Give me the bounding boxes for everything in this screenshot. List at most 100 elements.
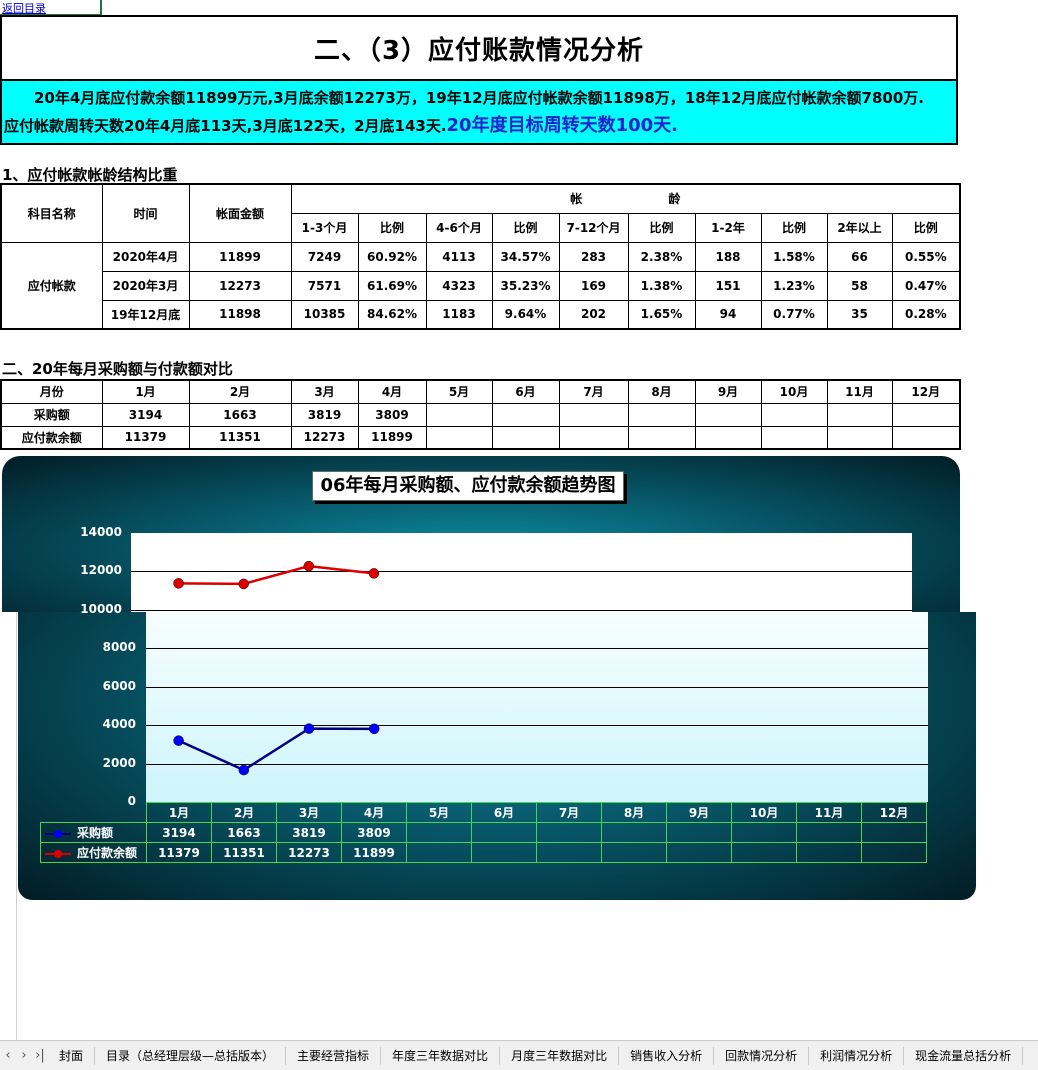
monthly-month-header: 11月	[826, 379, 893, 404]
sheet-tab[interactable]: 现金流量总括分析	[904, 1046, 1024, 1065]
monthly-header-month: 月份	[0, 379, 103, 404]
chart-table-value: 12273	[276, 842, 342, 863]
aging-value-cell: 1.38%	[627, 270, 696, 301]
tab-prev-icon[interactable]: ‹	[0, 1048, 16, 1063]
chart-table-value	[536, 822, 602, 843]
sheet-tab[interactable]: 回款情况分析	[714, 1046, 810, 1065]
aging-value-cell: 84.62%	[357, 299, 427, 330]
monthly-payable-cell	[627, 425, 696, 450]
aging-value-cell: 1.23%	[760, 270, 828, 301]
aging-value-cell: 0.77%	[760, 299, 828, 330]
monthly-purchase-cell	[491, 402, 560, 427]
chart-svg-bottom	[173, 723, 380, 776]
chart-table-value	[471, 842, 537, 863]
monthly-month-header: 8月	[627, 379, 696, 404]
aging-value-cell: 4323	[425, 270, 493, 301]
aging-bucket-header: 2年以上	[826, 212, 893, 243]
monthly-purchase-cell	[694, 402, 762, 427]
chart-category-label: 1月	[146, 802, 212, 823]
aging-bucket-header: 比例	[891, 212, 961, 243]
sheet-tab[interactable]: 销售收入分析	[619, 1046, 715, 1065]
data-point	[368, 568, 380, 579]
chart-table-value: 3194	[146, 822, 212, 843]
aging-value-cell: 2.38%	[627, 241, 696, 272]
chart-table-value	[601, 842, 667, 863]
aging-header-age: 帐龄	[290, 183, 961, 214]
aging-value-cell: 4113	[425, 241, 493, 272]
tab-last-icon[interactable]: ›|	[32, 1048, 48, 1063]
aging-value-cell: 202	[558, 299, 629, 330]
chart-table-value	[666, 822, 732, 843]
selected-cell	[0, 0, 102, 16]
sheet-tab[interactable]: 月度三年数据对比	[500, 1046, 620, 1065]
aging-value-cell: 7571	[290, 270, 359, 301]
chart-category-label: 6月	[471, 802, 537, 823]
aging-bucket-header: 1-2年	[694, 212, 762, 243]
aging-header-time: 时间	[101, 183, 190, 243]
sheet-tab[interactable]: 目录（总经理层级—总括版本）	[95, 1046, 287, 1065]
y-tick-label: 8000	[102, 640, 136, 655]
chart-table-value: 11351	[211, 842, 277, 863]
aging-bucket-header: 4-6个月	[425, 212, 493, 243]
chart-category-label: 12月	[861, 802, 927, 823]
aging-bucket-header: 比例	[627, 212, 696, 243]
chart-category-label: 4月	[341, 802, 407, 823]
sheet-tab[interactable]: 年度三年数据对比	[381, 1046, 501, 1065]
sheet-tab[interactable]: 利润情况分析	[809, 1046, 905, 1065]
monthly-payable-cell	[891, 425, 961, 450]
chart-table-value	[406, 842, 472, 863]
aging-value-cell: 1.58%	[760, 241, 828, 272]
monthly-payable-cell: 11351	[188, 425, 292, 450]
legend-purchase: 采购额	[40, 822, 147, 843]
row-header-strip	[0, 612, 17, 1040]
series-line-1	[178, 564, 375, 586]
chart-category-label: 5月	[406, 802, 472, 823]
chart-table-value	[861, 842, 927, 863]
aging-bucket-header: 1-3个月	[290, 212, 359, 243]
data-point	[173, 578, 184, 589]
aging-value-cell: 10385	[290, 299, 359, 330]
chart-data-table: 1月 2月 3月 4月 5月 6月 7月 8月 9月 10月 11月 12月 采购额 3194 1663 3…	[40, 802, 927, 863]
y-tick-label: 10000	[80, 601, 122, 616]
chart-table-value	[406, 822, 472, 843]
monthly-purchase-cell	[826, 402, 893, 427]
monthly-payable-cell	[425, 425, 493, 450]
tab-next-icon[interactable]: ›	[16, 1048, 32, 1063]
aging-bucket-header: 比例	[357, 212, 427, 243]
aging-value-cell: 34.57%	[491, 241, 560, 272]
monthly-table: 月份 1月 2月 3月 4月 5月 6月 7月 8月 9月 10月 11月 12月 采购额 3194 166…	[0, 379, 961, 450]
summary-target: 20年度目标周转天数100天.	[446, 115, 678, 136]
aging-value-cell: 0.47%	[891, 270, 961, 301]
chart-table-value: 11379	[146, 842, 212, 863]
summary-box: 20年4月底应付款余额11899万元,3月底余额12273万，19年12月底应付…	[0, 81, 958, 145]
aging-value-cell: 58	[826, 270, 893, 301]
monthly-month-header: 5月	[425, 379, 493, 404]
aging-bucket-header: 比例	[760, 212, 828, 243]
aging-value-cell: 151	[694, 270, 762, 301]
chart-table-value: 3819	[276, 822, 342, 843]
y-tick-label: 6000	[102, 678, 136, 693]
summary-line2: 应付帐款周转天数20年4月底113天,3月底122天，2月底143天.	[4, 117, 447, 135]
monthly-month-header: 10月	[760, 379, 828, 404]
chart-table-value	[796, 822, 862, 843]
sheet-tab[interactable]: 主要经营指标	[286, 1046, 382, 1065]
aging-value-cell: 0.28%	[891, 299, 961, 330]
section-monthly-title: 二、20年每月采购额与付款额对比	[2, 360, 233, 378]
aging-time-cell: 19年12月底	[101, 299, 190, 330]
aging-header-amount: 帐面金额	[188, 183, 292, 243]
aging-amount-cell: 11898	[188, 299, 292, 330]
series-line-0	[178, 727, 375, 772]
aging-value-cell: 1.65%	[627, 299, 696, 330]
chart-table-value: 11899	[341, 842, 407, 863]
monthly-month-header: 2月	[188, 379, 292, 404]
monthly-label-payable: 应付款余额	[0, 425, 103, 450]
aging-value-cell: 1183	[425, 299, 493, 330]
chart-category-label: 10月	[731, 802, 797, 823]
monthly-purchase-cell: 1663	[188, 402, 292, 427]
monthly-purchase-cell: 3819	[290, 402, 359, 427]
monthly-month-header: 3月	[290, 379, 359, 404]
monthly-payable-cell: 12273	[290, 425, 359, 450]
sheet-tab[interactable]: 封面	[48, 1046, 96, 1065]
monthly-payable-cell: 11899	[357, 425, 427, 450]
chart-category-label: 2月	[211, 802, 277, 823]
